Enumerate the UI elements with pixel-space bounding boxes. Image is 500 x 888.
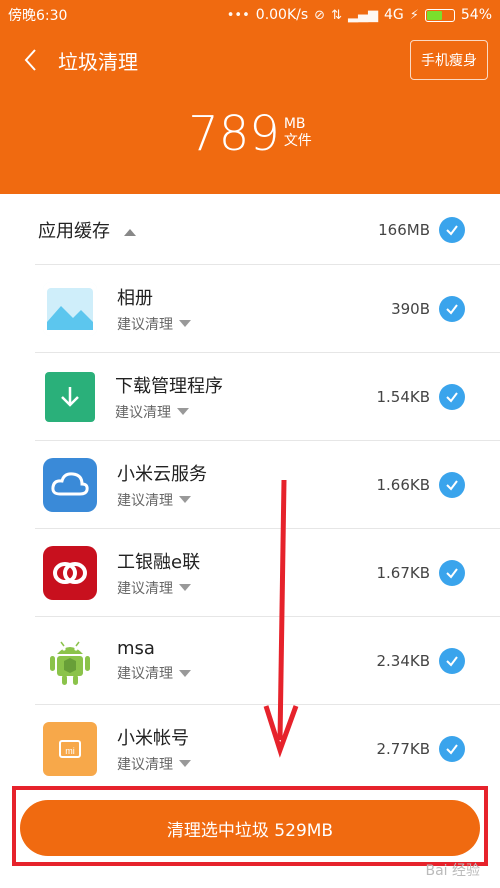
- dropdown-caret-icon: [179, 669, 191, 677]
- app-name: 相册: [117, 287, 153, 309]
- gallery-icon: [43, 281, 97, 336]
- total-junk-value: 789: [188, 106, 280, 162]
- app-size: 1.54KB: [376, 387, 430, 406]
- app-suggestion[interactable]: 建议清理: [117, 663, 191, 683]
- group-label: 应用缓存: [38, 217, 136, 243]
- cloud-icon: [43, 457, 97, 512]
- signal-label: 4G: [383, 7, 404, 23]
- dropdown-caret-icon: [179, 320, 191, 327]
- app-suggestion-text: 建议清理: [115, 404, 171, 421]
- app-info: 小米云服务 建议清理: [117, 460, 207, 510]
- app-name: 工银融e联: [117, 551, 201, 573]
- navbar: 垃圾清理 手机瘦身: [0, 38, 500, 82]
- item-checkbox[interactable]: [439, 383, 465, 410]
- signal-icon: ▂▄▆: [347, 7, 378, 23]
- check-icon: [446, 567, 458, 579]
- check-icon: [446, 303, 458, 315]
- item-checkbox[interactable]: [439, 471, 465, 498]
- check-icon: [446, 479, 458, 491]
- network-speed: 0.00K/s: [255, 7, 309, 23]
- header: 傍晚6:30 ••• 0.00K/s ⊘ ⇅ ▂▄▆ 4G ⚡ 54% 垃圾清理…: [0, 0, 500, 194]
- collapse-caret-icon: [123, 228, 136, 236]
- item-checkbox[interactable]: [439, 647, 465, 674]
- item-checkbox[interactable]: [439, 735, 465, 762]
- page-title: 垃圾清理: [58, 49, 138, 74]
- app-name: 下载管理程序: [115, 375, 223, 397]
- dropdown-caret-icon: [179, 760, 191, 767]
- check-icon: [446, 655, 458, 667]
- list-item[interactable]: 相册 建议清理 390B: [35, 264, 500, 352]
- icbc-icon: [43, 545, 97, 600]
- svg-text:mi: mi: [65, 746, 75, 756]
- total-junk-unit-sub: 文件: [283, 132, 312, 149]
- app-suggestion-text: 建议清理: [117, 580, 173, 597]
- list-item[interactable]: 下载管理程序 建议清理 1.54KB: [35, 352, 500, 440]
- android-icon: [43, 634, 97, 688]
- battery-percent: 54%: [460, 7, 492, 23]
- app-suggestion[interactable]: 建议清理: [117, 754, 191, 774]
- app-suggestion-text: 建议清理: [117, 492, 173, 509]
- battery-icon: [424, 8, 455, 22]
- app-suggestion[interactable]: 建议清理: [117, 314, 191, 334]
- mi-account-icon: mi: [43, 721, 97, 776]
- more-dots-icon: •••: [226, 7, 250, 23]
- item-checkbox[interactable]: [439, 559, 465, 586]
- footer: 清理选中垃圾 529MB Bai 经验: [0, 780, 500, 888]
- annotation-down-arrow-icon: [263, 479, 299, 758]
- check-icon: [446, 225, 458, 236]
- total-junk-unit-block: MB 文件: [284, 116, 312, 150]
- app-name: msa: [117, 638, 155, 659]
- back-button[interactable]: [10, 38, 50, 82]
- group-label-text: 应用缓存: [38, 221, 110, 242]
- app-suggestion-text: 建议清理: [117, 666, 173, 682]
- app-size: 1.66KB: [376, 475, 430, 494]
- app-suggestion[interactable]: 建议清理: [115, 402, 223, 422]
- data-icon: ⇅: [331, 7, 342, 23]
- group-size: 166MB: [378, 221, 430, 239]
- app-info: 工银融e联 建议清理: [117, 548, 200, 598]
- check-icon: [446, 743, 458, 755]
- total-junk-unit: MB: [283, 116, 306, 132]
- app-info: 相册 建议清理: [117, 284, 191, 334]
- dropdown-caret-icon: [179, 584, 191, 591]
- status-bar: 傍晚6:30 ••• 0.00K/s ⊘ ⇅ ▂▄▆ 4G ⚡ 54%: [0, 0, 500, 30]
- group-checkbox[interactable]: [439, 217, 465, 243]
- app-cache-group[interactable]: 应用缓存 166MB: [0, 204, 500, 256]
- check-icon: [446, 391, 458, 403]
- item-checkbox[interactable]: [439, 295, 465, 322]
- app-size: 2.34KB: [376, 651, 430, 670]
- phone-slim-button[interactable]: 手机瘦身: [410, 40, 488, 80]
- app-info: 小米帐号 建议清理: [117, 724, 191, 774]
- app-info: msa 建议清理: [117, 638, 191, 683]
- app-size: 1.67KB: [376, 563, 430, 582]
- junk-list-section: 应用缓存 166MB 相册 建议清理 390B 下载管理程序 建议清理 1.54…: [0, 194, 500, 780]
- app-size: 390B: [391, 299, 430, 318]
- app-suggestion[interactable]: 建议清理: [117, 490, 207, 510]
- watermark: Bai 经验: [425, 863, 480, 879]
- app-name: 小米帐号: [117, 727, 189, 749]
- download-icon: [45, 371, 95, 422]
- status-right: ••• 0.00K/s ⊘ ⇅ ▂▄▆ 4G ⚡ 54%: [227, 7, 492, 23]
- app-suggestion-text: 建议清理: [117, 316, 173, 333]
- app-size: 2.77KB: [376, 739, 430, 758]
- app-suggestion-text: 建议清理: [117, 756, 173, 773]
- dropdown-caret-icon: [177, 408, 189, 415]
- app-name: 小米云服务: [117, 463, 207, 485]
- app-suggestion[interactable]: 建议清理: [117, 578, 200, 598]
- dropdown-caret-icon: [179, 496, 191, 503]
- alarm-off-icon: ⊘: [314, 7, 326, 23]
- app-info: 下载管理程序 建议清理: [115, 372, 223, 422]
- annotation-highlight-box: [12, 786, 488, 866]
- back-arrow-icon: [24, 49, 36, 71]
- charging-icon: ⚡: [409, 7, 419, 23]
- total-junk: 789 MB 文件: [0, 110, 500, 158]
- status-time: 傍晚6:30: [8, 8, 68, 24]
